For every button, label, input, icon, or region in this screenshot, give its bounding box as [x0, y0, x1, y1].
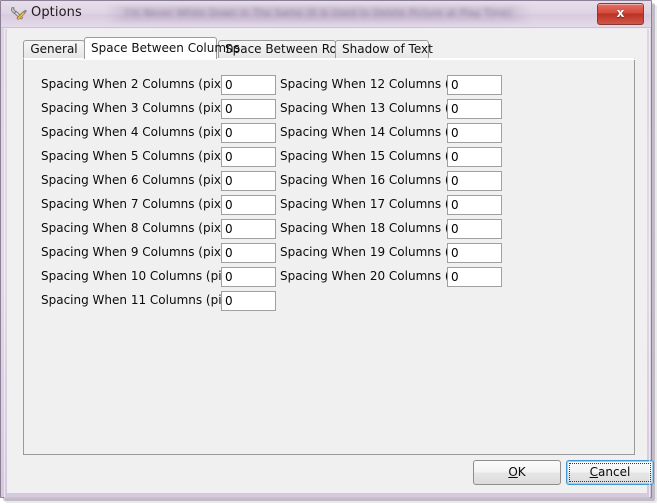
- input-columns-19[interactable]: [447, 243, 502, 263]
- label-columns-3: Spacing When 3 Columns (pixel): [41, 101, 237, 115]
- input-columns-17[interactable]: [447, 195, 502, 215]
- tab-space-between-columns[interactable]: Space Between Columns: [84, 37, 240, 59]
- field-row-columns-16: Spacing When 16 Columns (pixel): [280, 171, 530, 191]
- input-columns-7[interactable]: [221, 195, 276, 215]
- field-row-columns-14: Spacing When 14 Columns (pixel): [280, 123, 530, 143]
- tab-panel-top-highlight: [24, 59, 636, 60]
- input-columns-6[interactable]: [221, 171, 276, 191]
- cancel-button-label: Cancel: [590, 465, 631, 479]
- window-title: Options: [31, 5, 82, 20]
- field-row-columns-12: Spacing When 12 Columns (pixel): [280, 75, 530, 95]
- input-columns-11[interactable]: [221, 291, 276, 311]
- field-row-columns-20: Spacing When 20 Columns (pixel): [280, 267, 530, 287]
- dialog-footer: OK Cancel: [7, 455, 654, 493]
- label-columns-11: Spacing When 11 Columns (pixel): [41, 293, 244, 307]
- input-columns-12[interactable]: [447, 75, 502, 95]
- label-columns-6: Spacing When 6 Columns (pixel): [41, 173, 237, 187]
- field-row-columns-7: Spacing When 7 Columns (pixel): [41, 195, 281, 215]
- ok-button-rest: K: [517, 465, 526, 479]
- cancel-button-rest: ancel: [598, 465, 631, 479]
- field-row-columns-17: Spacing When 17 Columns (pixel): [280, 195, 530, 215]
- input-columns-20[interactable]: [447, 267, 502, 287]
- cancel-accesskey: C: [589, 465, 599, 479]
- input-columns-2[interactable]: [221, 75, 276, 95]
- label-columns-2: Spacing When 2 Columns (pixel): [41, 77, 237, 91]
- tab-shadow-of-text-label: Shadow of Text: [342, 42, 433, 56]
- field-row-columns-2: Spacing When 2 Columns (pixel): [41, 75, 281, 95]
- options-tab-control: General Space Between Columns Space Betw…: [23, 37, 636, 455]
- cancel-button[interactable]: Cancel: [566, 460, 654, 485]
- ok-button[interactable]: OK: [473, 460, 561, 485]
- field-row-columns-6: Spacing When 6 Columns (pixel): [41, 171, 281, 191]
- label-columns-9: Spacing When 9 Columns (pixel): [41, 245, 237, 259]
- ok-accesskey: O: [508, 465, 518, 479]
- label-columns-10: Spacing When 10 Columns (pixel): [41, 269, 244, 283]
- close-icon: x: [616, 6, 625, 20]
- tab-panel-space-between-columns: Spacing When 2 Columns (pixel) Spacing W…: [23, 58, 636, 455]
- label-columns-4: Spacing When 4 Columns (pixel): [41, 125, 237, 139]
- input-columns-9[interactable]: [221, 243, 276, 263]
- tab-space-between-rows-label: Space Between Rows: [225, 42, 353, 56]
- input-columns-15[interactable]: [447, 147, 502, 167]
- field-row-columns-9: Spacing When 9 Columns (pixel): [41, 243, 281, 263]
- label-columns-5: Spacing When 5 Columns (pixel): [41, 149, 237, 163]
- field-row-columns-11: Spacing When 11 Columns (pixel): [41, 291, 281, 311]
- dialog-client-area: General Space Between Columns Space Betw…: [7, 29, 654, 493]
- field-row-columns-19: Spacing When 19 Columns (pixel): [280, 243, 530, 263]
- wrench-screwdriver-icon: [11, 7, 27, 20]
- input-columns-3[interactable]: [221, 99, 276, 119]
- field-row-columns-10: Spacing When 10 Columns (pixel): [41, 267, 281, 287]
- background-ghost-text: I'm Never White Down In The Same (It Is …: [106, 5, 531, 22]
- input-columns-18[interactable]: [447, 219, 502, 239]
- input-columns-4[interactable]: [221, 123, 276, 143]
- label-columns-8: Spacing When 8 Columns (pixel): [41, 221, 237, 235]
- field-row-columns-5: Spacing When 5 Columns (pixel): [41, 147, 281, 167]
- field-row-columns-15: Spacing When 15 Columns (pixel): [280, 147, 530, 167]
- input-columns-10[interactable]: [221, 267, 276, 287]
- input-columns-5[interactable]: [221, 147, 276, 167]
- field-row-columns-3: Spacing When 3 Columns (pixel): [41, 99, 281, 119]
- tab-strip: General Space Between Columns Space Betw…: [23, 37, 635, 59]
- input-columns-13[interactable]: [447, 99, 502, 119]
- window-frame: Options I'm Never White Down In The Same…: [0, 0, 654, 498]
- label-columns-7: Spacing When 7 Columns (pixel): [41, 197, 237, 211]
- options-dialog-window: Options I'm Never White Down In The Same…: [0, 0, 658, 504]
- field-row-columns-8: Spacing When 8 Columns (pixel): [41, 219, 281, 239]
- input-columns-16[interactable]: [447, 171, 502, 191]
- field-row-columns-4: Spacing When 4 Columns (pixel): [41, 123, 281, 143]
- input-columns-8[interactable]: [221, 219, 276, 239]
- tab-shadow-of-text[interactable]: Shadow of Text: [335, 40, 433, 58]
- tab-general-label: General: [30, 42, 78, 56]
- tab-general[interactable]: General: [23, 40, 85, 58]
- input-columns-14[interactable]: [447, 123, 502, 143]
- title-bar[interactable]: Options I'm Never White Down In The Same…: [1, 1, 651, 28]
- ok-button-label: OK: [508, 465, 525, 479]
- field-row-columns-18: Spacing When 18 Columns (pixel): [280, 219, 530, 239]
- close-button[interactable]: x: [597, 3, 644, 25]
- field-row-columns-13: Spacing When 13 Columns (pixel): [280, 99, 530, 119]
- tab-space-between-columns-label: Space Between Columns: [91, 41, 240, 55]
